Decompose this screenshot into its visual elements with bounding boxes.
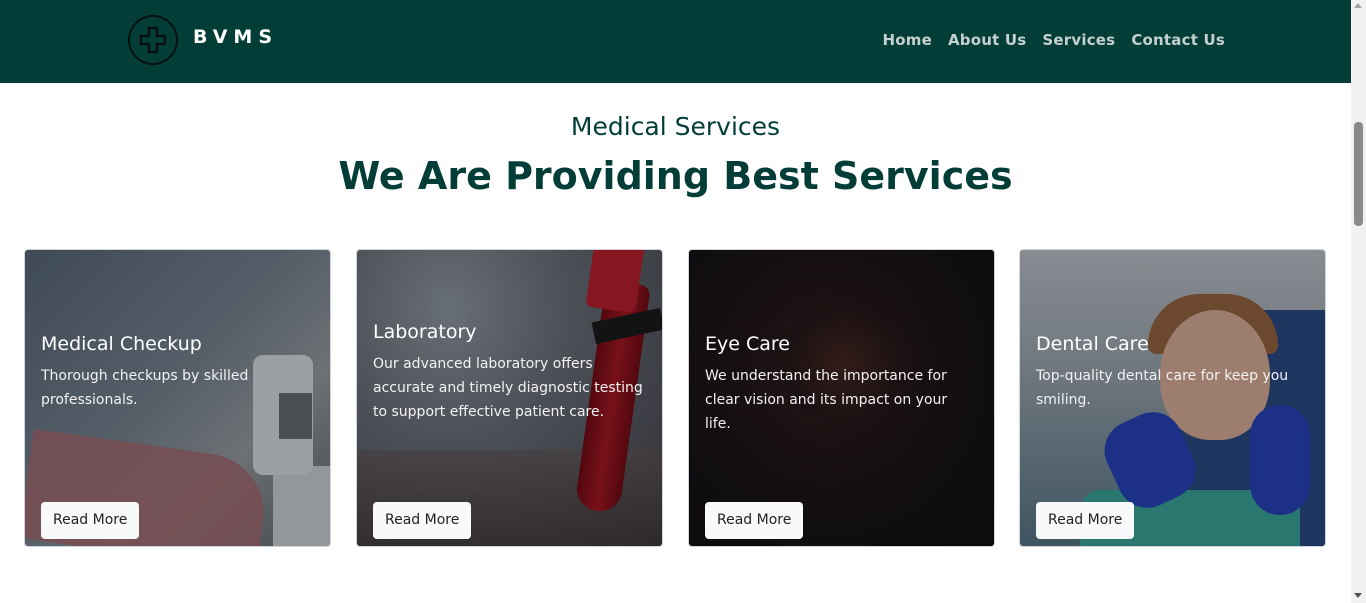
read-more-button[interactable]: Read More: [1036, 502, 1135, 539]
scroll-down-arrow-icon[interactable]: [1354, 593, 1362, 598]
service-card-laboratory: Laboratory Our advanced laboratory offer…: [356, 249, 663, 547]
service-card-medical-checkup: Medical Checkup Thorough checkups by ski…: [24, 249, 331, 547]
nav-link-services[interactable]: Services: [1042, 31, 1115, 49]
brand-name[interactable]: BVMS: [193, 26, 278, 48]
nav-link-about-us[interactable]: About Us: [948, 31, 1026, 49]
read-more-button[interactable]: Read More: [373, 502, 472, 539]
card-title: Laboratory: [373, 321, 477, 343]
read-more-button[interactable]: Read More: [41, 502, 140, 539]
section-title: We Are Providing Best Services: [338, 154, 1013, 198]
scroll-up-arrow-icon[interactable]: [1354, 3, 1362, 8]
card-description: Thorough checkups by skilled professiona…: [41, 368, 249, 408]
read-more-button[interactable]: Read More: [705, 502, 804, 539]
card-title: Dental Care: [1036, 333, 1149, 355]
card-title: Medical Checkup: [41, 333, 202, 355]
card-title: Eye Care: [705, 333, 790, 355]
nav-links: Home About Us Services Contact Us: [883, 31, 1225, 49]
navbar: BVMS Home About Us Services Contact Us: [0, 0, 1351, 83]
card-description: Our advanced laboratory offers accurate …: [373, 356, 643, 420]
service-card-dental-care: Dental Care Top-quality dental care for …: [1019, 249, 1326, 547]
card-description: Top-quality dental care for keep you smi…: [1036, 368, 1289, 408]
cross-icon: [139, 26, 167, 54]
medical-cross-logo-icon[interactable]: [128, 15, 178, 65]
nav-link-contact-us[interactable]: Contact Us: [1131, 31, 1225, 49]
vertical-scrollbar[interactable]: [1351, 0, 1366, 603]
service-card-eye-care: Eye Care We understand the importance fo…: [688, 249, 995, 547]
section-subtitle: Medical Services: [570, 112, 781, 141]
nav-link-home[interactable]: Home: [883, 31, 932, 49]
scrollbar-thumb[interactable]: [1354, 122, 1363, 226]
card-description: We understand the importance for clear v…: [705, 368, 948, 432]
